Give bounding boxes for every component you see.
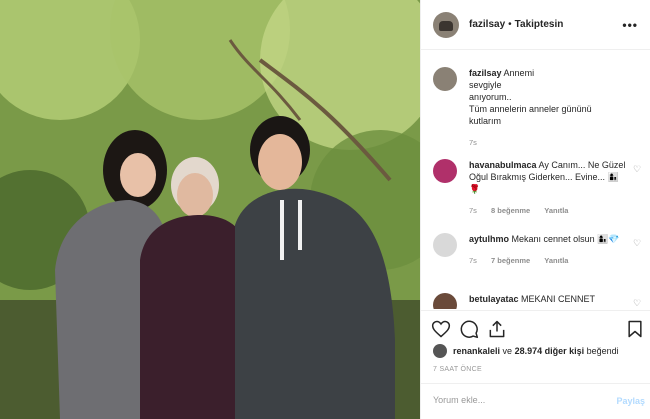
comment-text: Mekanı cennet olsun 👩‍👦💎 — [511, 234, 620, 244]
bookmark-icon[interactable] — [625, 319, 645, 339]
separator-dot: • — [508, 19, 512, 30]
heart-icon[interactable]: ♡ — [633, 299, 641, 308]
caption-line: sevgiyle — [469, 80, 502, 90]
likes-suffix: beğendi — [586, 346, 619, 356]
likes-joiner: ve — [502, 346, 513, 356]
comment-username[interactable]: betulayatac — [469, 294, 519, 304]
comment-item: betulayatac MEKANI CENNET ♡ — [433, 293, 645, 309]
comment-username[interactable]: aytulhmo — [469, 234, 509, 244]
likes-summary[interactable]: renankaleli ve 28.974 diğer kişi beğendi — [433, 344, 619, 358]
follow-status[interactable]: Takiptesin — [515, 19, 564, 30]
avatar[interactable] — [433, 11, 459, 38]
avatar[interactable] — [433, 293, 457, 309]
post-side-panel: fazilsay • Takiptesin ••• fazilsay Annem… — [420, 0, 650, 419]
caption-line: anıyorum.. — [469, 92, 512, 102]
heart-icon[interactable]: ♡ — [633, 165, 641, 174]
comment-username[interactable]: havanabulmaca — [469, 160, 537, 170]
post-photo[interactable] — [0, 0, 420, 419]
reply-button[interactable]: Yanıtla — [544, 206, 568, 215]
caption-line: kutlarım — [469, 116, 502, 126]
photo-illustration — [0, 0, 420, 419]
comment-time: 7s — [469, 206, 477, 215]
comment-input[interactable] — [433, 395, 593, 405]
caption-time: 7s — [469, 138, 477, 147]
action-bar — [421, 310, 650, 344]
avatar — [433, 344, 447, 358]
likes-user[interactable]: renankaleli — [453, 346, 500, 356]
comment-icon[interactable] — [459, 319, 479, 339]
caption-username[interactable]: fazilsay — [469, 68, 502, 78]
add-comment-bar: Paylaş — [421, 383, 650, 419]
likes-count[interactable]: 28.974 diğer kişi — [515, 346, 585, 356]
avatar[interactable] — [433, 159, 457, 183]
reply-button[interactable]: Yanıtla — [544, 256, 568, 265]
author-username[interactable]: fazilsay — [469, 19, 505, 30]
avatar[interactable] — [433, 233, 457, 257]
post-comment-button[interactable]: Paylaş — [616, 396, 645, 406]
comment-item: havanabulmaca Ay Canım... Ne Güzel Oğul … — [433, 159, 645, 217]
comment-time: 7s — [469, 256, 477, 265]
comment-text: MEKANI CENNET — [521, 294, 596, 304]
post-timestamp: 7 SAAT ÖNCE — [433, 366, 482, 373]
heart-icon[interactable] — [431, 319, 451, 339]
caption-line: Annemi — [503, 68, 535, 78]
more-icon[interactable]: ••• — [622, 18, 638, 32]
comments-list[interactable]: fazilsay Annemi sevgiyle anıyorum.. Tüm … — [421, 51, 650, 309]
heart-icon[interactable]: ♡ — [633, 239, 641, 248]
comment-likes[interactable]: 8 beğenme — [491, 206, 530, 215]
comment-likes[interactable]: 7 beğenme — [491, 256, 530, 265]
avatar[interactable] — [433, 67, 457, 91]
post-header: fazilsay • Takiptesin ••• — [421, 0, 650, 50]
caption-line: Tüm annelerin anneler gününü — [469, 104, 592, 114]
caption: fazilsay Annemi sevgiyle anıyorum.. Tüm … — [433, 67, 645, 149]
comment-item: aytulhmo Mekanı cennet olsun 👩‍👦💎 7s 7 b… — [433, 233, 645, 267]
share-icon[interactable] — [487, 319, 507, 339]
